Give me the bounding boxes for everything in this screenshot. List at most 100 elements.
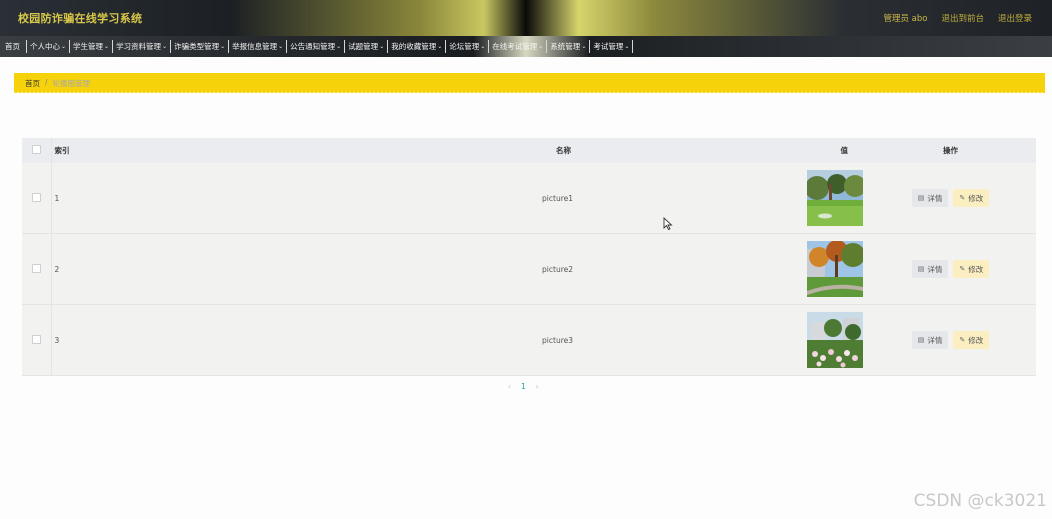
pencil-icon: ✎	[959, 194, 966, 202]
row-actions: ▤ 详情 ✎ 修改	[865, 163, 1036, 234]
nav-item-label: 考试管理	[593, 42, 624, 51]
logout-link[interactable]: 退出登录	[998, 12, 1032, 24]
row-thumbnail-image	[807, 170, 863, 226]
site-title: 校园防诈骗在线学习系统	[18, 12, 143, 25]
chevron-down-icon: ⌄	[581, 43, 587, 50]
chevron-down-icon: ⌄	[624, 43, 630, 50]
current-user-label: 管理员 abo	[883, 14, 928, 24]
row-index: 3	[51, 304, 319, 376]
row-checkbox[interactable]	[31, 192, 41, 202]
nav-item-label: 举报信息管理	[232, 42, 278, 51]
row-thumbnail-cell	[573, 304, 865, 376]
column-header-actions: 操作	[865, 138, 1036, 163]
detail-button[interactable]: ▤ 详情	[911, 260, 949, 278]
nav-item-label: 论坛管理	[449, 42, 480, 51]
carousel-table: 索引 名称 值 操作 1 picture1 ▤ 详情 ✎ 修改 2 picture2 ▤ 详情 ✎ 修…	[22, 138, 1036, 376]
document-icon: ▤	[917, 194, 925, 202]
column-header-value[interactable]: 值	[573, 138, 865, 163]
nav-item-4[interactable]: 诈骗类型管理 ⌄	[171, 40, 230, 53]
edit-button-label: 修改	[968, 335, 984, 345]
detail-button-label: 详情	[927, 335, 943, 345]
row-thumbnail-cell	[573, 233, 865, 305]
pagination: ‹ 1 ›	[508, 382, 539, 391]
detail-button-label: 详情	[927, 193, 943, 203]
pencil-icon: ✎	[959, 265, 966, 273]
row-name: picture1	[319, 163, 573, 234]
breadcrumb-home[interactable]: 首页	[25, 78, 40, 89]
row-thumbnail-cell	[573, 163, 865, 234]
nav-item-label: 学习资料管理	[116, 42, 162, 51]
nav-item-label: 公告通知管理	[290, 42, 336, 51]
chevron-down-icon: ⌄	[220, 43, 226, 50]
page-number-1[interactable]: 1	[521, 382, 526, 391]
nav-item-label: 系统管理	[550, 42, 581, 51]
back-to-front-link[interactable]: 退出到前台	[941, 12, 984, 24]
nav-item-2[interactable]: 学生管理 ⌄	[70, 40, 114, 53]
nav-item-9[interactable]: 论坛管理 ⌄	[446, 40, 490, 53]
nav-item-7[interactable]: 试题管理 ⌄	[345, 40, 389, 53]
row-name: picture3	[319, 304, 573, 376]
nav-item-6[interactable]: 公告通知管理 ⌄	[287, 40, 346, 53]
table-row: 2 picture2 ▤ 详情 ✎ 修改	[22, 233, 1036, 305]
nav-item-10[interactable]: 在线考试管理 ⌄	[489, 40, 548, 53]
next-page-button[interactable]: ›	[536, 382, 539, 391]
top-header: 校园防诈骗在线学习系统 管理员 abo 退出到前台 退出登录	[0, 0, 1052, 36]
nav-item-label: 试题管理	[348, 42, 379, 51]
nav-item-3[interactable]: 学习资料管理 ⌄	[113, 40, 172, 53]
edit-button[interactable]: ✎ 修改	[953, 189, 990, 207]
row-select-cell	[22, 233, 52, 305]
mouse-pointer-icon	[663, 217, 673, 231]
watermark-text: CSDN @ck3021	[913, 491, 1047, 511]
breadcrumb-bar: 首页 / 轮播图管理	[14, 73, 1045, 95]
pencil-icon: ✎	[959, 336, 966, 344]
column-header-name[interactable]: 名称	[319, 138, 573, 163]
edit-button[interactable]: ✎ 修改	[953, 331, 990, 349]
chevron-down-icon: ⌄	[538, 43, 544, 50]
nav-item-label: 学生管理	[73, 42, 104, 51]
header-user-area: 管理员 abo 退出到前台 退出登录	[883, 12, 1032, 24]
chevron-down-icon: ⌄	[162, 43, 168, 50]
row-name: picture2	[319, 233, 573, 305]
document-icon: ▤	[917, 336, 925, 344]
row-checkbox[interactable]	[31, 263, 41, 273]
prev-page-button[interactable]: ‹	[508, 382, 511, 391]
nav-item-5[interactable]: 举报信息管理 ⌄	[229, 40, 288, 53]
nav-item-0[interactable]: 首页	[0, 40, 27, 53]
row-thumbnail-image	[807, 312, 863, 368]
table-row: 3 picture3 ▤ 详情 ✎ 修改	[22, 304, 1036, 376]
nav-item-label: 首页	[5, 42, 20, 51]
row-index: 2	[51, 233, 319, 305]
chevron-down-icon: ⌄	[104, 43, 110, 50]
select-all-checkbox[interactable]	[31, 145, 41, 154]
row-checkbox[interactable]	[31, 334, 41, 344]
breadcrumb-separator: /	[45, 78, 48, 87]
detail-button[interactable]: ▤ 详情	[911, 331, 949, 349]
table-row: 1 picture1 ▤ 详情 ✎ 修改	[22, 163, 1036, 234]
detail-button-label: 详情	[927, 264, 943, 274]
nav-item-11[interactable]: 系统管理 ⌄	[547, 40, 591, 53]
row-thumbnail-image	[807, 241, 863, 297]
nav-item-label: 在线考试管理	[492, 42, 538, 51]
chevron-down-icon: ⌄	[278, 43, 284, 50]
row-select-cell	[22, 304, 52, 376]
nav-item-1[interactable]: 个人中心 ⌄	[27, 40, 71, 53]
detail-button[interactable]: ▤ 详情	[911, 189, 949, 207]
edit-button[interactable]: ✎ 修改	[953, 260, 990, 278]
nav-item-8[interactable]: 我的收藏管理 ⌄	[388, 40, 447, 53]
chevron-down-icon: ⌄	[379, 43, 385, 50]
nav-item-12[interactable]: 考试管理 ⌄	[590, 40, 634, 53]
chevron-down-icon: ⌄	[480, 43, 486, 50]
chevron-down-icon: ⌄	[61, 43, 67, 50]
row-actions: ▤ 详情 ✎ 修改	[865, 304, 1036, 376]
edit-button-label: 修改	[968, 193, 984, 203]
row-select-cell	[22, 163, 52, 234]
main-nav: 首页 个人中心 ⌄ 学生管理 ⌄ 学习资料管理 ⌄ 诈骗类型管理 ⌄ 举报信息管理 ⌄ 公告通知管理 ⌄…	[0, 36, 1052, 57]
table-header-row: 索引 名称 值 操作	[22, 138, 1036, 163]
column-header-index[interactable]: 索引	[51, 138, 319, 163]
nav-item-label: 个人中心	[30, 42, 60, 51]
nav-item-label: 诈骗类型管理	[174, 42, 220, 51]
document-icon: ▤	[917, 265, 925, 273]
breadcrumb: 首页 / 轮播图管理	[25, 78, 90, 89]
select-all-cell	[22, 138, 52, 163]
edit-button-label: 修改	[968, 264, 984, 274]
